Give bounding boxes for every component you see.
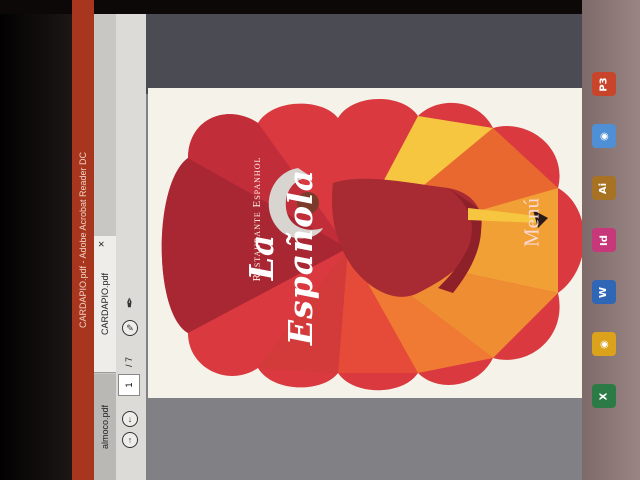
screen-photo: CARDAPIO.pdf - Adobe Acrobat Reader DC a… — [0, 0, 640, 480]
document-tabs: almoco.pdf CARDAPIO.pdf × — [94, 14, 116, 480]
word-taskbar-icon[interactable]: W — [592, 280, 616, 304]
page-current: 1 — [124, 382, 134, 388]
taskbar-icon-glyph: Id — [598, 234, 610, 246]
taskbar-icon-glyph: X — [598, 392, 610, 400]
taskbar-icon-glyph: P3 — [598, 76, 610, 92]
sign-pen-icon[interactable]: ✒ — [121, 297, 138, 309]
tab-almoco[interactable]: almoco.pdf — [94, 374, 116, 480]
monitor-bezel — [0, 0, 72, 480]
chrome-2-taskbar-icon[interactable]: ◉ — [592, 332, 616, 356]
restaurant-subtitle: Restaurante Espanhol — [251, 156, 263, 282]
tab-label: almoco.pdf — [100, 404, 110, 450]
document-canvas-shadow — [146, 14, 608, 94]
page-number-input[interactable]: 1 — [118, 374, 140, 396]
taskbar-icon-glyph: W — [598, 286, 610, 298]
next-page-icon[interactable]: ↓ — [122, 411, 138, 427]
taskbar-icon-glyph: Ai — [598, 182, 610, 194]
illustrator-taskbar-icon[interactable]: Ai — [592, 176, 616, 200]
comment-icon[interactable]: ✎ — [122, 320, 138, 336]
window-titlebar: CARDAPIO.pdf - Adobe Acrobat Reader DC — [72, 0, 94, 480]
previous-page-icon[interactable]: ↑ — [122, 432, 138, 448]
tab-cardapio[interactable]: CARDAPIO.pdf × — [94, 236, 116, 373]
chrome-taskbar-icon[interactable]: ◉ — [592, 124, 616, 148]
excel-taskbar-icon[interactable]: X — [592, 384, 616, 408]
window-title: CARDAPIO.pdf - Adobe Acrobat Reader DC — [78, 151, 88, 329]
indesign-taskbar-icon[interactable]: Id — [592, 228, 616, 252]
taskbar-icon-glyph: ◉ — [598, 131, 610, 141]
page-total: / 7 — [124, 357, 134, 368]
tab-label: CARDAPIO.pdf — [100, 272, 110, 336]
close-tab-icon[interactable]: × — [96, 241, 108, 247]
monitor-bezel-top — [0, 0, 640, 14]
powerpoint-taskbar-icon[interactable]: P3 — [592, 72, 616, 96]
taskbar-icon-glyph: ◉ — [598, 339, 610, 349]
menu-label: Menú — [519, 198, 544, 247]
